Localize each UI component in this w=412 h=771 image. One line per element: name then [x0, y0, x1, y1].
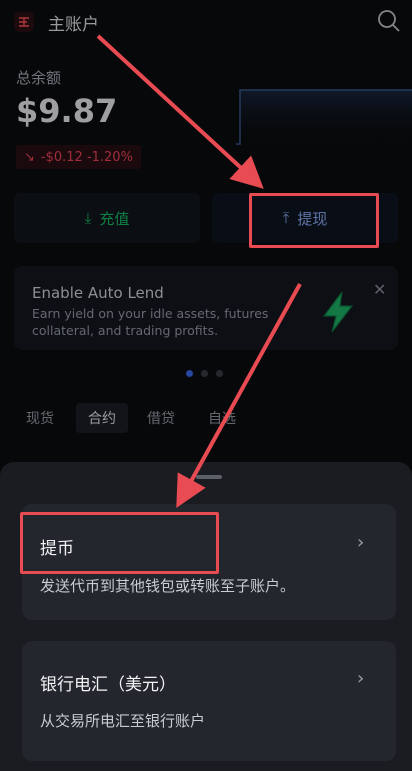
arrow-to-withdraw [96, 34, 264, 189]
arrow-to-crypto-withdraw [176, 283, 302, 509]
annotation-arrows [96, 34, 302, 509]
